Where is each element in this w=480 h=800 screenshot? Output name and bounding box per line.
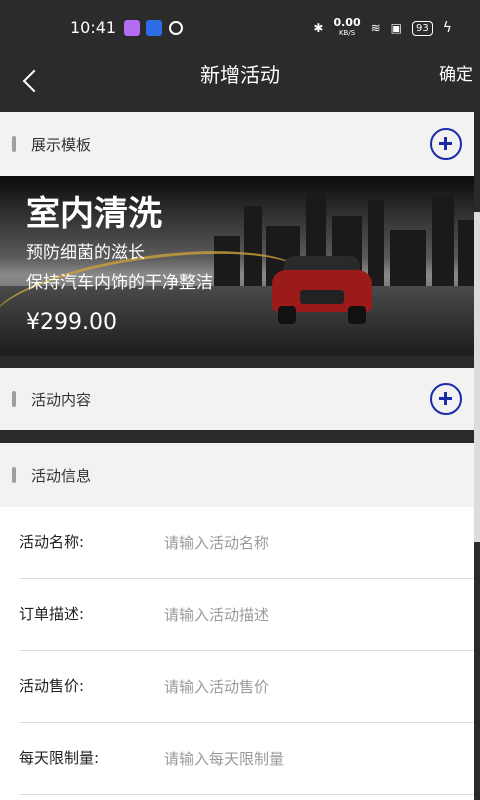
usb-icon [146, 20, 162, 36]
daily-limit-input[interactable] [164, 739, 454, 779]
section-template-label: 展示模板 [31, 136, 92, 154]
activity-name-input[interactable] [164, 523, 454, 563]
status-bar: 10:41 ✱ 0.00 KB/S ≋ ▣ 93 ϟ [0, 0, 480, 50]
activity-price-label: 活动售价: [19, 677, 85, 695]
scrollbar[interactable] [474, 212, 480, 542]
battery-level: 93 [412, 20, 433, 36]
banner-title: 室内清洗 [26, 194, 162, 234]
charging-icon: ϟ [442, 20, 452, 36]
bluetooth-icon: ✱ [313, 21, 324, 35]
daily-limit-label: 每天限制量: [19, 749, 100, 767]
form-row-description: 订单描述: [0, 579, 474, 651]
screen-icon: ▣ [390, 21, 403, 35]
banner-line-1: 预防细菌的滋长 [26, 243, 145, 263]
form-row-daily-limit: 每天限制量: [0, 723, 474, 795]
section-content-header: 活动内容 [0, 368, 474, 430]
order-description-label: 订单描述: [19, 605, 85, 623]
banner-price: ¥299.00 [26, 310, 117, 335]
order-description-input[interactable] [164, 595, 454, 635]
section-marker [12, 467, 16, 483]
content-scroll[interactable]: 展示模板 室内清洗 预防细菌的滋长 保持汽车内饰的干净整洁 ¥299.00 活动… [0, 112, 480, 800]
app-header: 新增活动 确定 [0, 50, 480, 112]
section-info-header: 活动信息 [0, 443, 474, 507]
wifi-icon: ≋ [370, 21, 381, 35]
template-banner[interactable]: 室内清洗 预防细菌的滋长 保持汽车内饰的干净整洁 ¥299.00 [0, 176, 474, 356]
red-car-image [272, 252, 372, 332]
section-content-label: 活动内容 [31, 391, 92, 409]
section-marker [12, 391, 16, 407]
confirm-button[interactable]: 确定 [439, 64, 473, 86]
section-template-header: 展示模板 [0, 112, 474, 176]
section-info-label: 活动信息 [31, 467, 92, 485]
form-row-name: 活动名称: [0, 507, 474, 579]
add-content-icon[interactable] [430, 383, 462, 415]
form-row-price: 活动售价: [0, 651, 474, 723]
activity-price-input[interactable] [164, 667, 454, 707]
add-template-icon[interactable] [430, 128, 462, 160]
app-notification-icon [124, 20, 140, 36]
section-marker [12, 136, 16, 152]
divider [19, 794, 474, 795]
network-speed-unit: KB/S [338, 29, 356, 37]
banner-line-2: 保持汽车内饰的干净整洁 [26, 273, 213, 293]
network-speed: 0.00 KB/S [333, 17, 360, 38]
page-title: 新增活动 [200, 63, 280, 87]
activity-name-label: 活动名称: [19, 533, 85, 551]
status-time: 10:41 [70, 18, 117, 37]
location-icon [169, 21, 183, 35]
